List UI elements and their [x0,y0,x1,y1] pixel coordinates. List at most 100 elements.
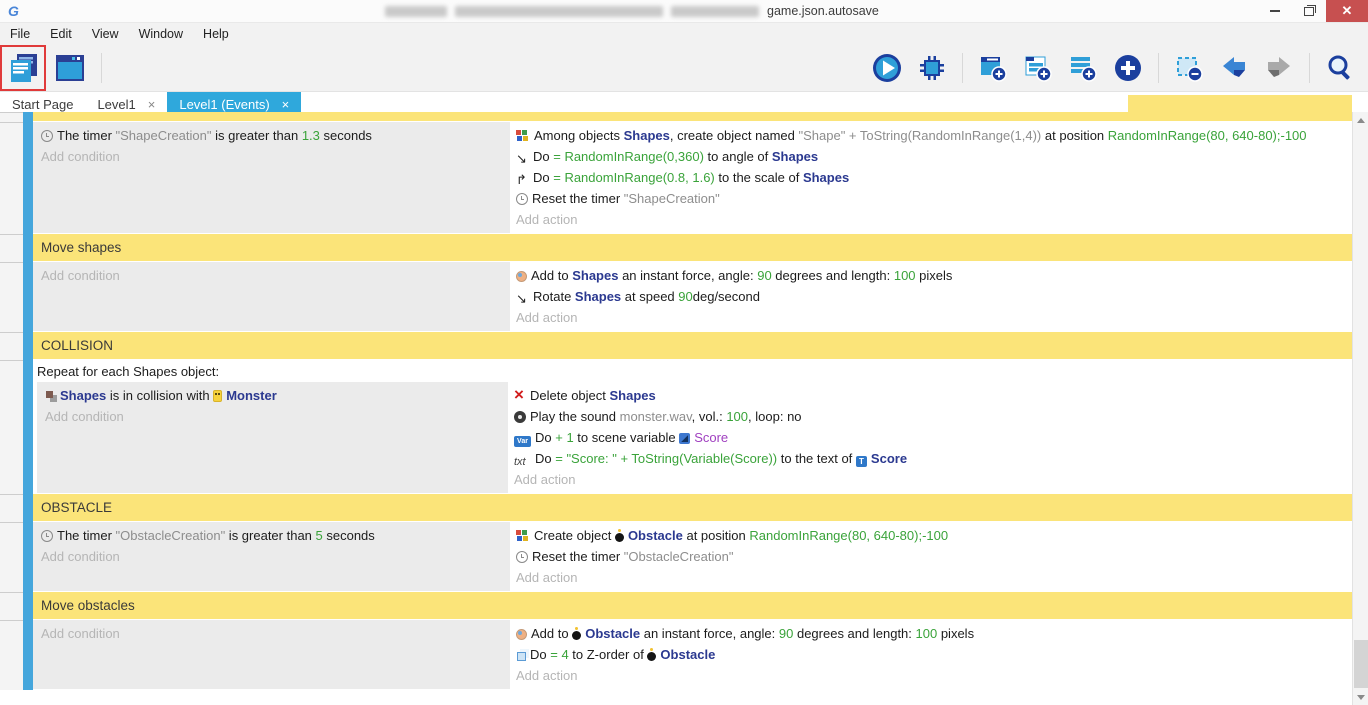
text-segment: Obstacle [585,626,640,641]
event-row: The timer "ObstacleCreation" is greater … [0,522,1368,592]
angle-icon [516,148,529,162]
condition-line[interactable]: Shapes is in collision with Monster [45,385,502,406]
action-line[interactable]: Delete object Shapes [514,385,1362,406]
remove-event-button[interactable] [1171,50,1207,86]
add-condition-link[interactable]: Add condition [41,546,504,567]
action-line[interactable]: Do = RandomInRange(0,360) to angle of Sh… [516,146,1362,167]
add-condition-link[interactable]: Add condition [41,623,504,644]
action-line[interactable]: Do + 1 to scene variable Score [514,427,1362,448]
menu-window[interactable]: Window [129,27,193,41]
action-line[interactable]: Do = "Score: " + ToString(Variable(Score… [514,448,1362,469]
toolbar-divider [962,53,963,83]
group-header[interactable]: COLLISION [33,332,1368,359]
vertical-scrollbar[interactable] [1352,112,1368,705]
redo-button[interactable] [1261,50,1297,86]
play-button[interactable] [869,50,905,86]
partial-group-header[interactable] [33,112,1368,121]
event-selection-bar[interactable] [23,522,33,592]
group-header[interactable]: Move obstacles [33,592,1368,619]
text-segment: an instant force, angle: [618,268,757,283]
action-line[interactable]: Do = 4 to Z-order of Obstacle [516,644,1362,665]
text-segment: monster.wav [620,409,692,424]
text-segment: Obstacle [628,528,683,543]
group-row: Move shapes [0,234,1368,262]
text-segment: at position [1041,128,1108,143]
event-selection-bar[interactable] [23,360,33,494]
force-icon [516,271,527,282]
add-action-link[interactable]: Add action [516,665,1362,686]
action-line[interactable]: Rotate Shapes at speed 90deg/second [516,286,1362,307]
sound-icon [514,411,526,423]
text-segment: = 4 [550,647,568,662]
text-segment: The timer [57,128,116,143]
menu-file[interactable]: File [0,27,40,41]
search-button[interactable] [1322,50,1358,86]
scroll-down-arrow-icon[interactable] [1353,689,1368,705]
add-action-link[interactable]: Add action [514,469,1362,490]
action-line[interactable]: Do = RandomInRange(0.8, 1.6) to the scal… [516,167,1362,188]
add-action-link[interactable]: Add action [516,209,1362,230]
add-action-link[interactable]: Add action [516,307,1362,328]
collision-icon [46,391,53,398]
text-segment: at position [683,528,750,543]
add-other-event-button[interactable] [1110,50,1146,86]
window-controls: ✕ [1258,0,1368,22]
text-segment: "ObstacleCreation" [116,528,226,543]
add-condition-link[interactable]: Add condition [41,146,504,167]
menu-view[interactable]: View [82,27,129,41]
scroll-up-arrow-icon[interactable] [1353,112,1368,128]
action-line[interactable]: Reset the timer "ShapeCreation" [516,188,1362,209]
event-selection-bar[interactable] [23,262,33,332]
add-condition-link[interactable]: Add condition [41,265,504,286]
event-selection-bar[interactable] [23,592,33,620]
text-segment: Shapes [803,170,849,185]
event-gutter [0,620,23,690]
text-segment: Shapes [575,289,621,304]
scrollbar-thumb[interactable] [1354,640,1368,688]
condition-line[interactable]: The timer "ShapeCreation" is greater tha… [41,125,504,146]
condition-line[interactable]: The timer "ObstacleCreation" is greater … [41,525,504,546]
text-segment: is greater than [225,528,315,543]
action-line[interactable]: Create object Obstacle at position Rando… [516,525,1362,546]
action-line[interactable]: Reset the timer "ObstacleCreation" [516,546,1362,567]
row-body [33,112,1368,122]
event-selection-bar[interactable] [23,122,33,234]
undo-button[interactable] [1216,50,1252,86]
action-line[interactable]: Add to Shapes an instant force, angle: 9… [516,265,1362,286]
repeat-header[interactable]: Repeat for each Shapes object: [33,360,1368,382]
menu-help[interactable]: Help [193,27,239,41]
group-row: OBSTACLE [0,494,1368,522]
event-selection-bar[interactable] [23,620,33,690]
add-condition-link[interactable]: Add condition [45,406,502,427]
close-button[interactable]: ✕ [1326,0,1368,22]
row-body: The timer "ShapeCreation" is greater tha… [33,122,1368,234]
tab-close-icon[interactable]: × [282,97,290,112]
window-title-text: game.json.autosave [767,4,879,18]
action-line[interactable]: Play the sound monster.wav, vol.: 100, l… [514,406,1362,427]
add-action-link[interactable]: Add action [516,567,1362,588]
group-header[interactable]: OBSTACLE [33,494,1368,521]
text-segment: = RandomInRange(0.8, 1.6) [553,170,715,185]
scene-editor-icon[interactable] [52,50,88,86]
window-title: game.json.autosave [385,0,879,22]
event-selection-bar[interactable] [23,234,33,262]
tab-close-icon[interactable]: × [148,97,156,112]
event-selection-bar[interactable] [23,112,33,122]
text-segment: no [787,409,801,424]
action-line[interactable]: Among objects Shapes, create object name… [516,125,1362,146]
menu-edit[interactable]: Edit [40,27,82,41]
group-header[interactable]: Move shapes [33,234,1368,261]
event-selection-bar[interactable] [23,494,33,522]
add-comment-button[interactable] [1065,50,1101,86]
event-selection-bar[interactable] [23,332,33,360]
group-row: COLLISION [0,332,1368,360]
toolbar [0,45,1368,92]
debug-button[interactable] [914,50,950,86]
text-segment: "Shape" + ToString(RandomInRange(1,4)) [799,128,1042,143]
event-gutter [0,494,23,522]
action-line[interactable]: Add to Obstacle an instant force, angle:… [516,623,1362,644]
add-event-button[interactable] [975,50,1011,86]
add-subevent-button[interactable] [1020,50,1056,86]
restore-button[interactable] [1292,0,1326,22]
minimize-button[interactable] [1258,0,1292,22]
